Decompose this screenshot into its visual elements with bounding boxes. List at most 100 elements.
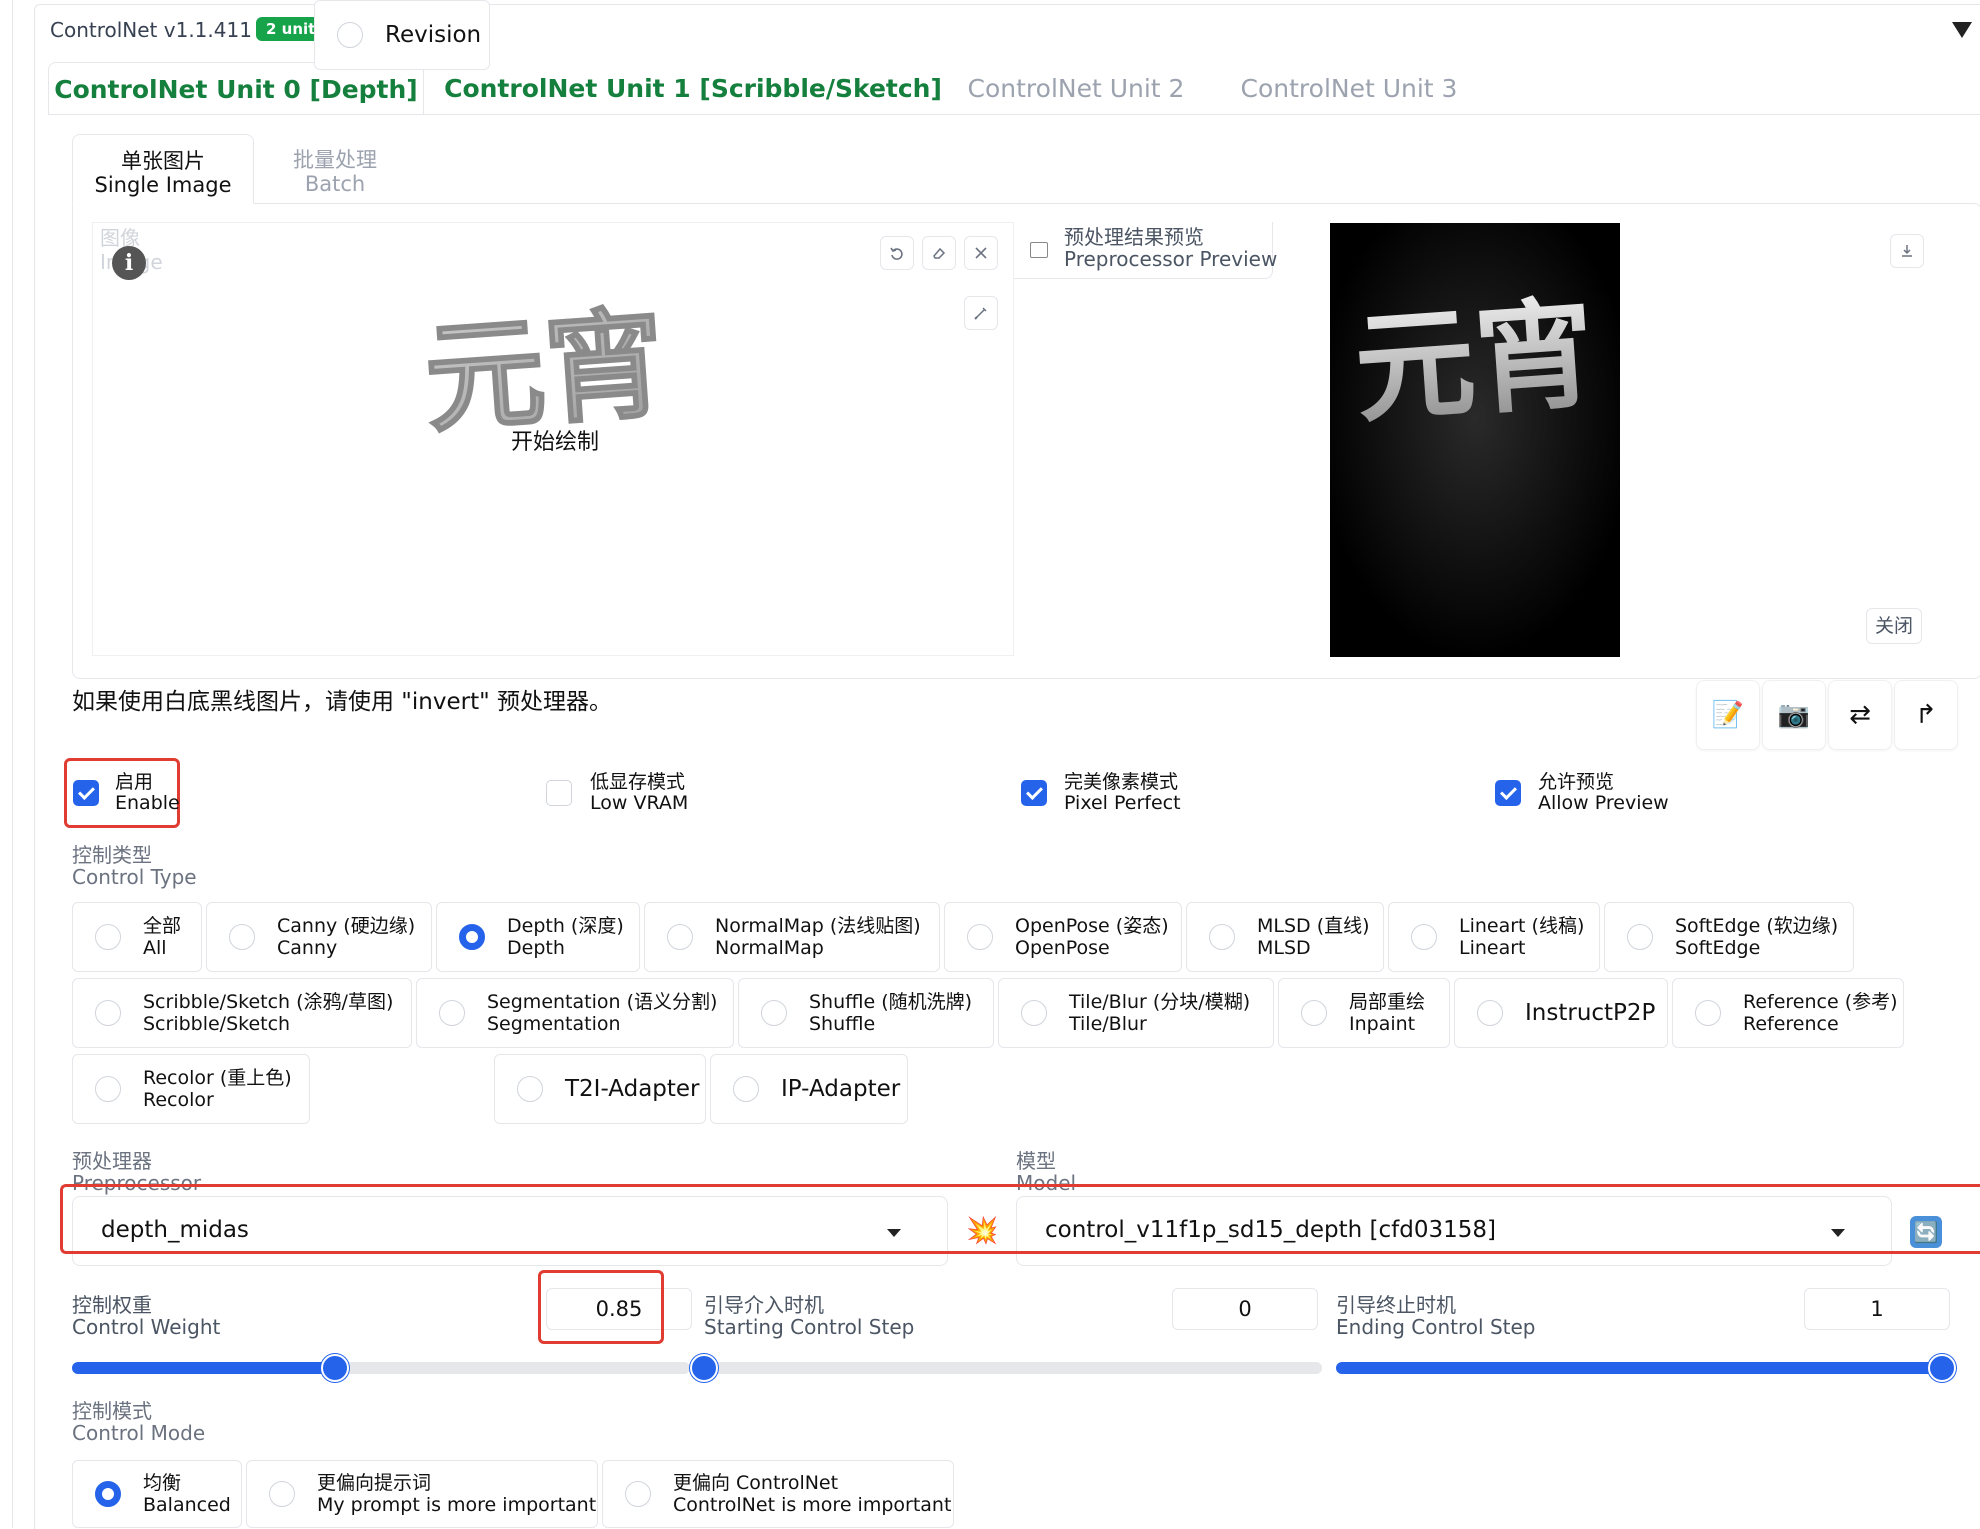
radio xyxy=(625,1481,651,1507)
control-mode-balanced[interactable]: 均衡 Balanced xyxy=(72,1460,242,1528)
control-type-scribble[interactable]: Scribble/Sketch (涂鸦/草图) Scribble/Sketch xyxy=(72,978,412,1048)
control-weight-slider[interactable] xyxy=(72,1354,690,1382)
edit-icon[interactable]: 📝 xyxy=(1696,680,1760,750)
tab-batch[interactable]: 批量处理 Batch xyxy=(270,148,400,196)
swap-icon[interactable]: ⇄ xyxy=(1828,680,1892,750)
info-icon[interactable]: i xyxy=(112,246,146,280)
ending-step-input[interactable]: 1 xyxy=(1804,1288,1950,1330)
tab-batch-zh: 批量处理 xyxy=(293,148,377,172)
option-label-zh: Recolor (重上色) xyxy=(143,1067,292,1089)
starting-step-label-zh: 引导介入时机 xyxy=(704,1293,824,1317)
option-label: Revision xyxy=(385,22,482,48)
control-type-all[interactable]: 全部 All xyxy=(72,902,202,972)
option-label-zh: NormalMap (法线贴图) xyxy=(715,915,921,937)
radio-selected xyxy=(95,1481,121,1507)
starting-step-slider[interactable] xyxy=(690,1354,1322,1382)
ending-step-slider[interactable] xyxy=(1336,1354,1956,1382)
radio-selected xyxy=(459,924,485,950)
tab-single-image[interactable]: 单张图片 Single Image xyxy=(72,134,254,204)
low-vram-label: 低显存模式 Low VRAM xyxy=(590,772,688,814)
page-border xyxy=(12,0,13,1528)
ending-step-label-en: Ending Control Step xyxy=(1336,1315,1536,1339)
radio xyxy=(95,1000,121,1026)
control-type-normalmap[interactable]: NormalMap (法线贴图) NormalMap xyxy=(644,902,940,972)
tab-unit-1[interactable]: ControlNet Unit 1 [Scribble/Sketch] xyxy=(440,62,946,114)
control-type-depth[interactable]: Depth (深度) Depth xyxy=(436,902,640,972)
allow-preview-checkbox[interactable] xyxy=(1495,780,1521,806)
control-mode-controlnet[interactable]: 更偏向 ControlNet ControlNet is more importa… xyxy=(602,1460,954,1528)
tab-unit-3[interactable]: ControlNet Unit 3 xyxy=(1214,62,1484,114)
option-label: Reference (参考) Reference xyxy=(1743,991,1898,1035)
control-type-revision[interactable]: Revision xyxy=(314,0,490,70)
controlnet-title[interactable]: ControlNet v1.1.411 xyxy=(50,18,252,42)
option-label: OpenPose (姿态) OpenPose xyxy=(1015,915,1169,959)
control-type-ip-adapter[interactable]: IP-Adapter xyxy=(710,1054,908,1124)
slider-thumb[interactable] xyxy=(690,1354,718,1382)
highlight-control-weight xyxy=(538,1270,664,1344)
control-type-recolor[interactable]: Recolor (重上色) Recolor xyxy=(72,1054,310,1124)
option-label: 更偏向 ControlNet ControlNet is more importa… xyxy=(673,1472,951,1516)
tab-unit-2[interactable]: ControlNet Unit 2 xyxy=(946,62,1206,114)
camera-icon[interactable]: 📷 xyxy=(1762,680,1826,750)
control-type-shuffle[interactable]: Shuffle (随机洗牌) Shuffle xyxy=(738,978,994,1048)
radio xyxy=(1021,1000,1047,1026)
option-label-en: Balanced xyxy=(143,1494,231,1516)
close-preview-button[interactable]: 关闭 xyxy=(1866,608,1922,644)
radio xyxy=(95,1076,121,1102)
download-icon[interactable] xyxy=(1890,234,1924,268)
option-label: Depth (深度) Depth xyxy=(507,915,624,959)
control-type-openpose[interactable]: OpenPose (姿态) OpenPose xyxy=(944,902,1182,972)
close-icon[interactable] xyxy=(964,236,998,270)
option-label: 全部 All xyxy=(143,915,181,959)
undo-icon[interactable] xyxy=(880,236,914,270)
control-type-tile-blur[interactable]: Tile/Blur (分块/模糊) Tile/Blur xyxy=(998,978,1274,1048)
control-type-instructp2p[interactable]: InstructP2P xyxy=(1454,978,1668,1048)
control-weight-label-en: Control Weight xyxy=(72,1315,221,1339)
option-label-zh: 局部重绘 xyxy=(1349,991,1426,1013)
option-label: InstructP2P xyxy=(1525,1000,1656,1026)
start-drawing-label[interactable]: 开始绘制 xyxy=(470,424,640,456)
starting-step-label: 引导介入时机 Starting Control Step xyxy=(704,1294,914,1338)
slider-thumb[interactable] xyxy=(320,1354,349,1382)
image-icon xyxy=(1030,242,1048,258)
radio xyxy=(967,924,993,950)
pixel-perfect-label-zh: 完美像素模式 xyxy=(1064,771,1179,793)
option-label-en: Segmentation xyxy=(487,1013,621,1035)
option-label: Lineart (线稿) Lineart xyxy=(1459,915,1584,959)
starting-step-input[interactable]: 0 xyxy=(1172,1288,1318,1330)
control-type-canny[interactable]: Canny (硬边缘) Canny xyxy=(206,902,432,972)
option-label-zh: 全部 xyxy=(143,915,182,937)
option-label-zh: Depth (深度) xyxy=(507,915,624,937)
radio xyxy=(1411,924,1437,950)
radio xyxy=(1627,924,1653,950)
option-label-zh: MLSD (直线) xyxy=(1257,915,1370,937)
control-type-t2i-adapter[interactable]: T2I-Adapter xyxy=(494,1054,706,1124)
control-type-label-en: Control Type xyxy=(72,865,197,889)
control-type-softedge[interactable]: SoftEdge (软边缘) SoftEdge xyxy=(1604,902,1854,972)
option-label-zh: 均衡 xyxy=(143,1472,182,1494)
option-label: 均衡 Balanced xyxy=(143,1472,231,1516)
control-type-reference[interactable]: Reference (参考) Reference xyxy=(1672,978,1904,1048)
highlight-preprocessor-model xyxy=(60,1184,1980,1254)
control-type-mlsd[interactable]: MLSD (直线) MLSD xyxy=(1186,902,1384,972)
control-mode-prompt[interactable]: 更偏向提示词 My prompt is more important xyxy=(246,1460,598,1528)
pixel-perfect-checkbox[interactable] xyxy=(1021,780,1047,806)
control-type-segmentation[interactable]: Segmentation (语义分割) Segmentation xyxy=(416,978,734,1048)
tab-divider xyxy=(48,114,1980,115)
brush-icon[interactable] xyxy=(964,296,998,330)
collapse-icon[interactable] xyxy=(1952,22,1972,38)
send-dimensions-icon[interactable]: ↱ xyxy=(1894,680,1958,750)
ending-step-label-zh: 引导终止时机 xyxy=(1336,1293,1456,1317)
starting-step-label-en: Starting Control Step xyxy=(704,1315,915,1339)
slider-fill xyxy=(72,1362,335,1374)
control-mode-label-en: Control Mode xyxy=(72,1421,206,1445)
option-label-en: Recolor xyxy=(143,1089,214,1111)
eraser-icon[interactable] xyxy=(922,236,956,270)
option-label: Scribble/Sketch (涂鸦/草图) Scribble/Sketch xyxy=(143,991,393,1035)
control-type-inpaint[interactable]: 局部重绘 Inpaint xyxy=(1278,978,1450,1048)
low-vram-checkbox[interactable] xyxy=(546,780,572,806)
slider-thumb[interactable] xyxy=(1928,1354,1956,1382)
enable-checkbox[interactable] xyxy=(73,780,99,806)
option-label: IP-Adapter xyxy=(781,1076,901,1102)
control-type-lineart[interactable]: Lineart (线稿) Lineart xyxy=(1388,902,1600,972)
